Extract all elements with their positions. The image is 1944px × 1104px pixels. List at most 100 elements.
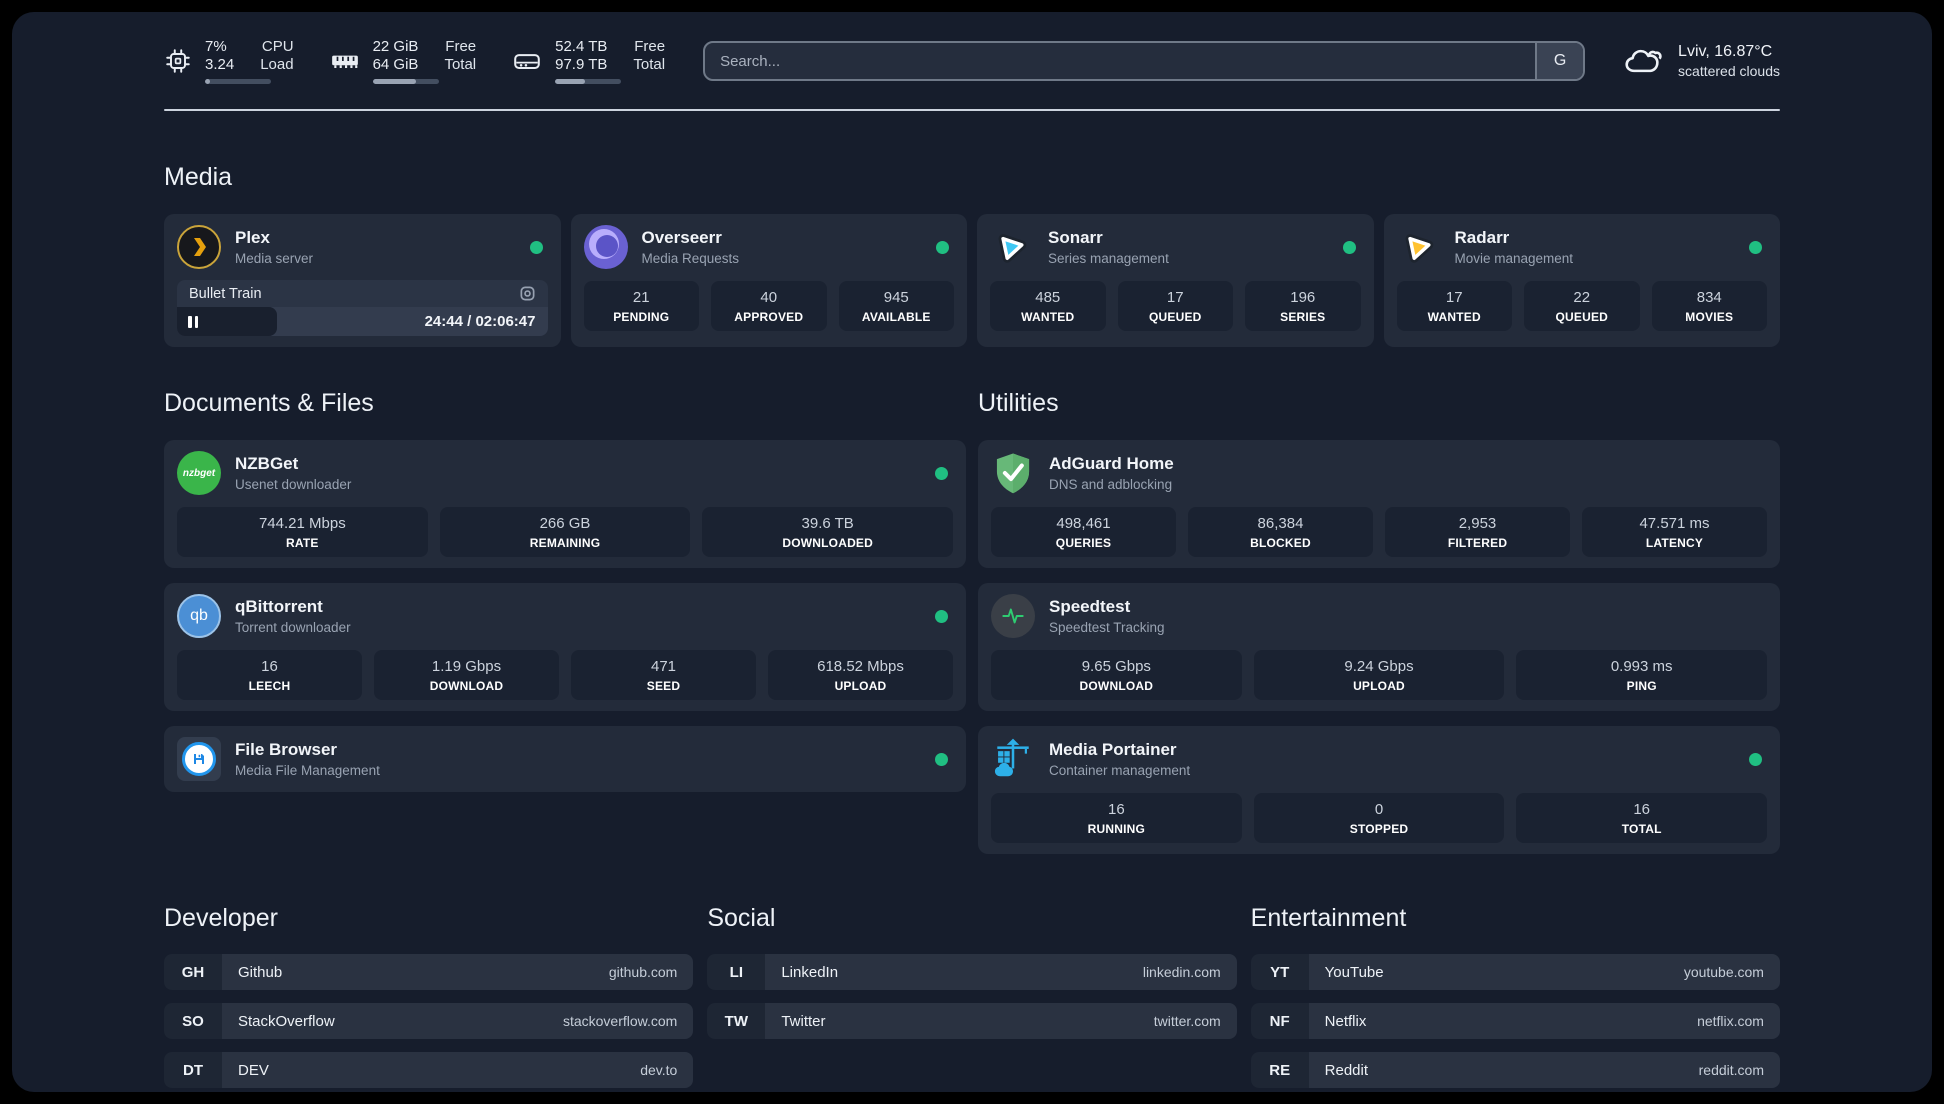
cpu-stat: 7% CPU 3.24 Load [164,38,294,84]
app-name: NZBGet [235,454,299,473]
portainer-card[interactable]: Media Portainer Container management 16 … [978,726,1780,854]
search-engine-button[interactable]: G [1535,43,1584,79]
stat-tile: 945 AVAILABLE [838,281,954,331]
app-subtitle: Movie management [1454,251,1574,266]
qbittorrent-card[interactable]: qb qBittorrent Torrent downloader 16 LEE… [164,583,966,711]
stat-tile: 40 APPROVED [711,281,827,331]
section-title-utilities: Utilities [978,389,1059,417]
stat-label: PENDING [613,310,670,324]
stat-tile: 17 QUEUED [1117,281,1233,331]
bookmark-name: StackOverflow [238,1012,335,1030]
bookmark-twitter[interactable]: TW Twitter twitter.com [707,1003,1237,1039]
stat-value: 1.19 Gbps [431,658,502,675]
ram-free-value: 22 GiB [372,38,419,55]
app-subtitle: Media Requests [641,251,740,266]
stream-title: Bullet Train [189,285,262,302]
search-input[interactable] [705,43,1536,79]
bookmark-abbr: LI [707,954,766,990]
app-subtitle: DNS and adblocking [1049,477,1173,492]
stat-label: QUEUED [1148,310,1202,324]
radarr-card[interactable]: Radarr Movie management 17 WANTED 22 QUE… [1383,214,1780,347]
app-subtitle: Speedtest Tracking [1049,620,1165,635]
filebrowser-card[interactable]: File Browser Media File Management [164,726,966,792]
stat-tile: 86,384 BLOCKED [1188,507,1373,557]
cpu-load-label: Load [260,56,294,73]
stream-progress-bar[interactable]: 24:44 / 02:06:47 [177,307,548,336]
bookmark-url: dev.to [640,1062,678,1078]
bookmark-name: Twitter [781,1012,826,1030]
bookmark-dev[interactable]: DT DEV dev.to [164,1052,694,1088]
bookmark-linkedin[interactable]: LI LinkedIn linkedin.com [707,954,1237,990]
bookmark-name: Reddit [1324,1061,1369,1079]
plex-card[interactable]: Plex Media server Bullet Train 24:44 / 0… [164,214,561,347]
stat-label: SERIES [1280,310,1326,324]
stat-tile: 498,461 QUERIES [991,507,1176,557]
header-divider [164,109,1780,111]
bookmark-stackoverflow[interactable]: SO StackOverflow stackoverflow.com [164,1003,694,1039]
bookmark-netflix[interactable]: NF Netflix netflix.com [1250,1003,1780,1039]
app-name: Radarr [1454,228,1510,247]
section-title-developer: Developer [164,904,278,932]
status-dot [1342,240,1356,254]
stat-value: 485 [1035,289,1061,306]
status-dot [1749,240,1762,254]
stat-value: 498,461 [1056,515,1111,532]
app-name: Overseerr [641,228,722,247]
stat-value: 86,384 [1257,515,1304,532]
status-dot [935,466,948,480]
pause-button[interactable] [177,307,278,336]
stat-tile: 196 SERIES [1245,281,1361,331]
stat-label: RATE [286,536,319,550]
bookmark-github[interactable]: GH Github github.com [164,954,694,990]
stat-label: WANTED [1427,310,1481,324]
adguard-card[interactable]: AdGuard Home DNS and adblocking 498,461 … [978,440,1780,568]
app-name: AdGuard Home [1049,454,1174,473]
bookmark-name: YouTube [1324,963,1384,981]
stat-value: 9.24 Gbps [1344,658,1414,675]
cpu-progress-bar [205,79,271,84]
stat-value: 17 [1166,289,1184,306]
stat-value: 618.52 Mbps [817,658,904,675]
stat-tile: 39.6 TB DOWNLOADED [702,507,954,557]
stat-label: QUEUED [1555,310,1609,324]
stat-tile: 1.19 Gbps DOWNLOAD [374,650,559,700]
bookmark-reddit[interactable]: RE Reddit reddit.com [1250,1052,1780,1088]
app-name: qBittorrent [235,597,323,616]
ram-total-value: 64 GiB [372,56,419,73]
cpu-usage-label: CPU [261,38,294,55]
cpu-usage-value: 7% [205,38,227,55]
stat-tile: 0.993 ms PING [1516,650,1768,700]
stat-value: 9.65 Gbps [1081,658,1151,675]
bookmark-name: LinkedIn [781,963,839,981]
ram-free-label: Free [445,38,477,55]
stat-tile: 0 STOPPED [1253,793,1505,843]
app-subtitle: Media File Management [235,763,380,778]
app-name: Media Portainer [1049,740,1177,759]
stat-value: 47.571 ms [1639,515,1710,532]
bookmark-abbr: NF [1250,1003,1309,1039]
ram-icon [331,55,358,68]
stat-value: 196 [1290,289,1316,306]
nzbget-card[interactable]: nzbget NZBGet Usenet downloader 744.21 M… [164,440,966,568]
bookmark-abbr: DT [164,1052,222,1088]
status-dot [935,752,948,766]
stat-tile: 2,953 FILTERED [1385,507,1570,557]
stat-label: UPLOAD [1353,679,1405,693]
overseerr-card[interactable]: Overseerr Media Requests 21 PENDING 40 A… [570,214,967,347]
stat-value: 22 [1573,289,1591,306]
stat-tile: 9.24 Gbps UPLOAD [1253,650,1505,700]
media-card-row: Plex Media server Bullet Train 24:44 / 0… [164,214,1780,347]
sonarr-card[interactable]: Sonarr Series management 485 WANTED 17 Q… [977,214,1374,347]
stat-label: DOWNLOAD [429,679,504,693]
stat-tile: 17 WANTED [1396,281,1512,331]
bookmark-url: netflix.com [1697,1013,1764,1029]
section-title-documents: Documents & Files [164,389,374,417]
speedtest-card[interactable]: Speedtest Speedtest Tracking 9.65 Gbps D… [978,583,1780,711]
stream-settings-icon[interactable] [519,285,536,302]
stat-tile: 618.52 Mbps UPLOAD [768,650,953,700]
bookmark-youtube[interactable]: YT YouTube youtube.com [1250,954,1780,990]
stat-value: 16 [1107,801,1125,818]
stat-label: SEED [646,679,681,693]
stat-value: 744.21 Mbps [258,515,346,532]
app-subtitle: Torrent downloader [235,620,351,635]
